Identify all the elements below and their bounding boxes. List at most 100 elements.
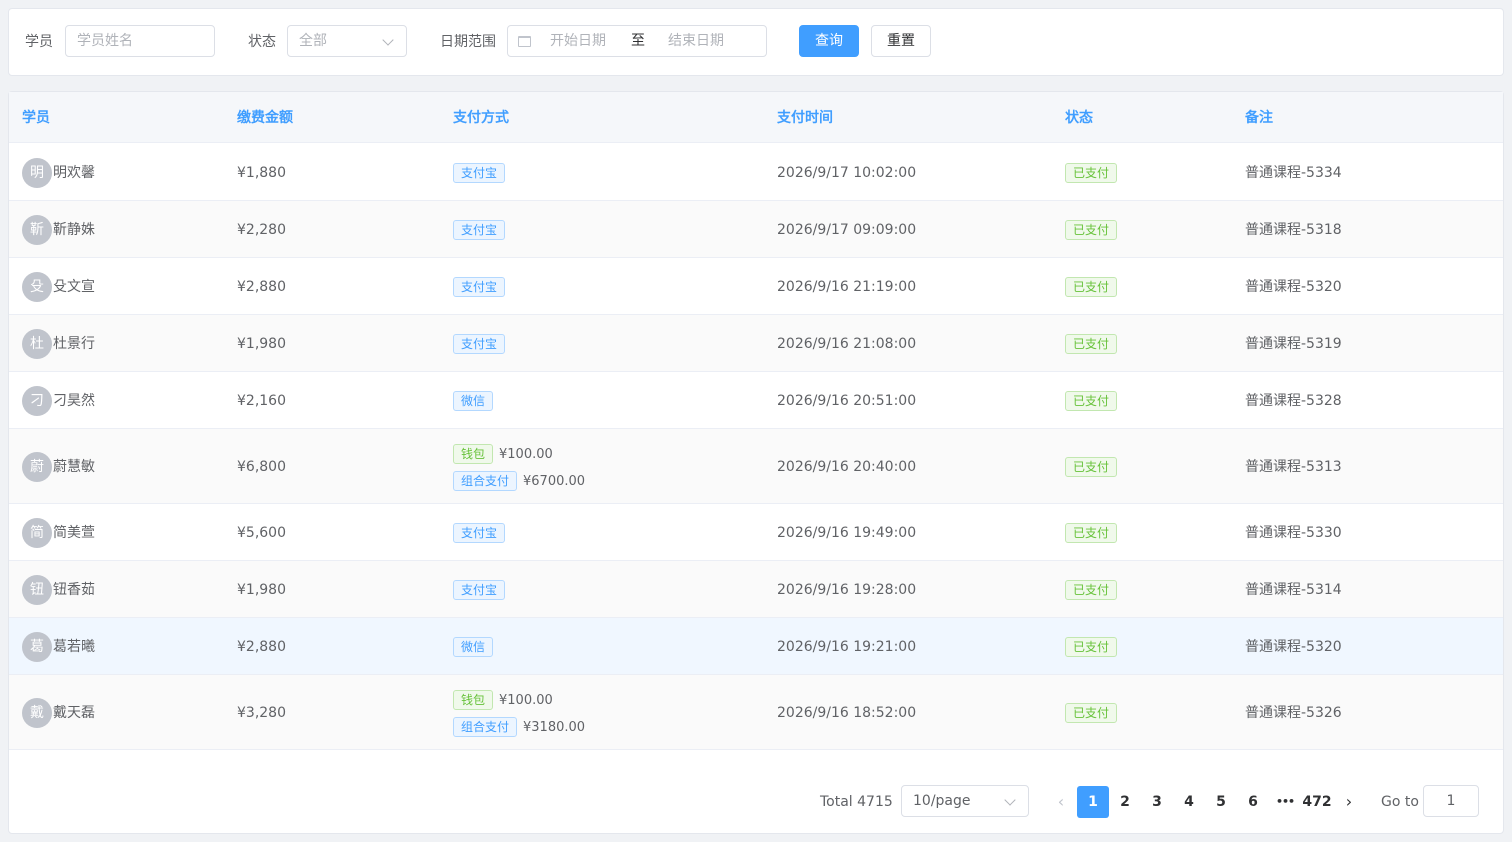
status-select[interactable]: 全部 [287,25,407,57]
date-range-picker[interactable]: 开始日期 至 结束日期 [507,25,767,57]
status-select-value: 全部 [299,33,327,49]
status-cell: 已支付 [1065,457,1118,477]
page-4[interactable]: 4 [1173,786,1205,818]
payment-method-tag: 支付宝 [453,163,506,183]
table-row[interactable]: 钮钮香茹 ¥1,980 2026/9/16 19:28:00 普通课程-5314 已支付… [9,561,1503,618]
payment-split-amount: ¥100.00 [499,692,553,708]
page-last[interactable]: 472 [1301,786,1333,818]
filter-bar: 学员 学员姓名 状态 全部 日期范围 开始日期 至 结束日期 查询 重置 [8,8,1504,76]
payment-amount: ¥1,980 [237,336,286,352]
note: 普通课程-5318 [1245,222,1342,238]
payment-time: 2026/9/16 19:49:00 [777,525,917,541]
status-cell: 已支付 [1065,703,1118,723]
payment-method: 支付宝 [453,523,506,543]
payment-split-amount: ¥3180.00 [523,719,586,735]
payment-method: 支付宝 [453,220,506,240]
table-row[interactable]: 杜杜景行 ¥1,980 2026/9/16 21:08:00 普通课程-5319 已支付… [9,315,1503,372]
student-name: 靳静姝 [53,222,95,238]
note: 普通课程-5334 [1245,165,1342,181]
payment-method: 组合支付 ¥6700.00 [453,471,585,491]
end-date-input[interactable]: 结束日期 [668,26,724,56]
payment-split-amount: ¥6700.00 [523,473,586,489]
pagination-total: Total 4715 [820,794,893,810]
avatar: 蔚 [22,452,52,482]
more-pages-icon[interactable]: ••• [1269,786,1301,818]
header-note: 备注 [1245,110,1273,126]
table-row[interactable]: 明明欢馨 ¥1,880 2026/9/17 10:02:00 普通课程-5334 已支付… [9,144,1503,201]
query-button[interactable]: 查询 [799,25,859,57]
payment-amount: ¥2,880 [237,639,286,655]
payment-method: 支付宝 [453,580,506,600]
prev-page-icon[interactable]: ‹ [1045,786,1077,818]
reset-button[interactable]: 重置 [871,25,931,57]
page-size-select[interactable]: 10/page [901,785,1029,817]
note: 普通课程-5319 [1245,336,1342,352]
payment-method: 微信 [453,391,494,411]
payment-time: 2026/9/16 19:21:00 [777,639,917,655]
payment-amount: ¥2,280 [237,222,286,238]
payment-method: 钱包 ¥100.00 [453,444,553,464]
status-cell: 已支付 [1065,277,1118,297]
range-separator: 至 [631,33,645,49]
table-row[interactable]: 靳靳静姝 ¥2,280 2026/9/17 09:09:00 普通课程-5318 已支付… [9,201,1503,258]
table-row[interactable]: 殳殳文宣 ¥2,880 2026/9/16 21:19:00 普通课程-5320 已支付… [9,258,1503,315]
note: 普通课程-5328 [1245,393,1342,409]
student-name: 明欢馨 [53,165,95,181]
page-6[interactable]: 6 [1237,786,1269,818]
table-row[interactable]: 刁刁昊然 ¥2,160 2026/9/16 20:51:00 普通课程-5328 已支付… [9,372,1503,429]
payment-time: 2026/9/16 21:19:00 [777,279,917,295]
note: 普通课程-5313 [1245,459,1342,475]
table-row[interactable]: 蔚蔚慧敏 ¥6,800 2026/9/16 20:40:00 普通课程-5313 已支付… [9,429,1503,504]
payment-amount: ¥3,280 [237,705,286,721]
payment-method-tag: 支付宝 [453,277,506,297]
header-payment-time: 支付时间 [777,110,833,126]
avatar: 刁 [22,386,52,416]
page-5[interactable]: 5 [1205,786,1237,818]
table-row[interactable]: 简简美萱 ¥5,600 2026/9/16 19:49:00 普通课程-5330 已支付… [9,504,1503,561]
status-cell: 已支付 [1065,637,1118,657]
status-badge: 已支付 [1065,703,1118,723]
payment-amount: ¥1,980 [237,582,286,598]
student-name: 杜景行 [53,336,95,352]
status-cell: 已支付 [1065,391,1118,411]
note: 普通课程-5314 [1245,582,1342,598]
header-amount: 缴费金额 [237,110,293,126]
table-row[interactable]: 葛葛若曦 ¥2,880 2026/9/16 19:21:00 普通课程-5320 已支付… [9,618,1503,675]
payment-method-tag: 组合支付 [453,717,518,737]
note: 普通课程-5320 [1245,279,1342,295]
status-cell: 已支付 [1065,163,1118,183]
chevron-down-icon [1004,794,1016,806]
status-badge: 已支付 [1065,163,1118,183]
payment-method-tag: 微信 [453,391,494,411]
page-1[interactable]: 1 [1077,786,1109,818]
payment-amount: ¥5,600 [237,525,286,541]
payment-split-amount: ¥100.00 [499,446,553,462]
avatar: 简 [22,518,52,548]
status-cell: 已支付 [1065,334,1118,354]
payment-method-tag: 支付宝 [453,334,506,354]
payment-time: 2026/9/16 20:40:00 [777,459,917,475]
payment-method-tag: 钱包 [453,690,494,710]
start-date-input[interactable]: 开始日期 [550,26,606,56]
payments-table: 学员 缴费金额 支付方式 支付时间 状态 备注 明明欢馨 ¥1,880 2026/9… [8,91,1504,834]
status-badge: 已支付 [1065,334,1118,354]
status-label: 状态 [248,34,276,50]
payment-amount: ¥2,880 [237,279,286,295]
student-label: 学员 [25,34,53,50]
payment-method: 支付宝 [453,334,506,354]
payment-method-tag: 微信 [453,637,494,657]
next-page-icon[interactable]: › [1333,786,1365,818]
page-2[interactable]: 2 [1109,786,1141,818]
page-3[interactable]: 3 [1141,786,1173,818]
status-cell: 已支付 [1065,220,1118,240]
student-search-input[interactable]: 学员姓名 [65,25,215,57]
table-row[interactable]: 戴戴天磊 ¥3,280 2026/9/16 18:52:00 普通课程-5326 已支付… [9,675,1503,750]
status-badge: 已支付 [1065,523,1118,543]
payment-method: 支付宝 [453,277,506,297]
status-badge: 已支付 [1065,580,1118,600]
payment-amount: ¥6,800 [237,459,286,475]
goto-page-input[interactable]: 1 [1423,785,1479,817]
header-payment-method: 支付方式 [453,110,509,126]
avatar: 殳 [22,272,52,302]
note: 普通课程-5330 [1245,525,1342,541]
